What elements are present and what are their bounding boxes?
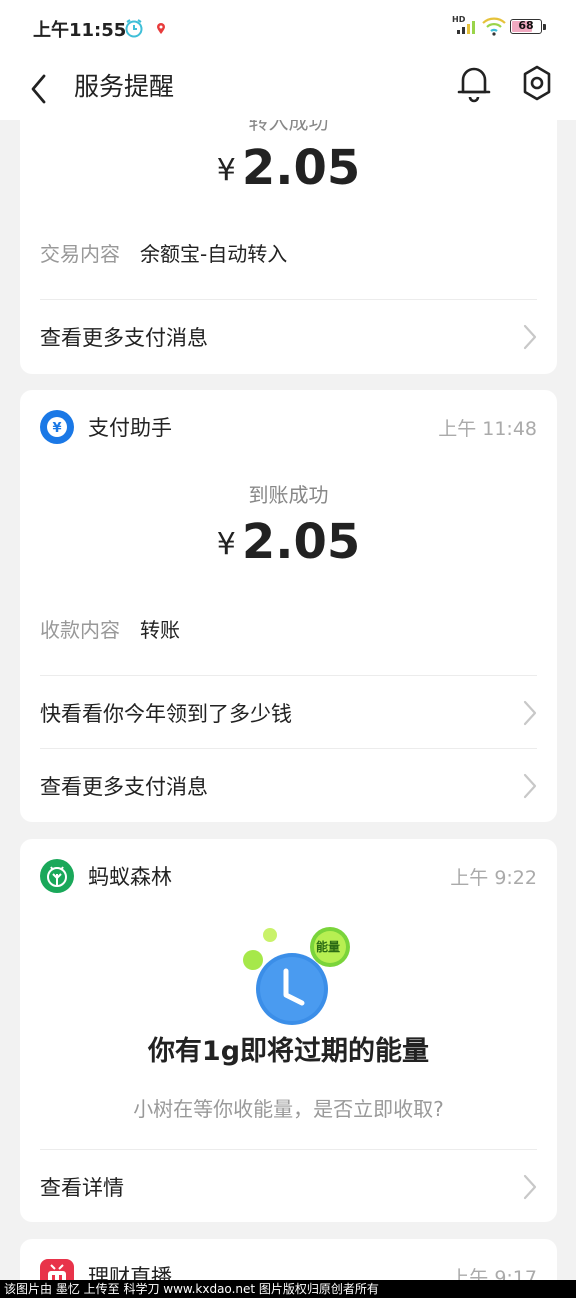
- more-payment-messages-link[interactable]: 查看更多支付消息: [40, 749, 537, 821]
- amount-display: ¥2.05: [20, 140, 557, 196]
- currency-symbol: ¥: [216, 153, 236, 188]
- app-name: 蚂蚁森林: [88, 865, 172, 889]
- battery-level: 68: [518, 19, 534, 32]
- card-header: 理财直播 上午 9:17: [40, 1259, 537, 1280]
- watermark-banner: 该图片由 墨忆 上传至 科学刀 www.kxdao.net 图片版权归原创者所有: [0, 1280, 576, 1298]
- message-time: 上午 9:17: [450, 1267, 537, 1280]
- message-list[interactable]: 转入成功 ¥2.05 交易内容 余额宝-自动转入 查看更多支付消息 ¥ 支付助手 …: [0, 120, 576, 1280]
- back-button[interactable]: [22, 66, 62, 106]
- message-time: 上午 9:22: [450, 867, 537, 889]
- message-card-transfer-in: 转入成功 ¥2.05 交易内容 余额宝-自动转入 查看更多支付消息: [20, 120, 557, 374]
- payment-assistant-icon: ¥: [40, 410, 74, 444]
- energy-badge: 能量: [316, 940, 341, 954]
- svg-text:¥: ¥: [52, 421, 61, 436]
- card-status-title: 到账成功: [248, 483, 329, 507]
- chevron-right-icon: [523, 324, 537, 354]
- gear-icon: [523, 65, 551, 101]
- bell-icon: [457, 67, 491, 103]
- wealth-live-icon: [40, 1259, 74, 1280]
- message-card-payment-assistant: ¥ 支付助手 上午 11:48 到账成功 ¥2.05 收款内容 转账 快看看你今年…: [20, 390, 557, 822]
- battery-indicator: 68: [510, 19, 542, 34]
- back-arrow-icon: [31, 74, 46, 104]
- link-label: 查看更多支付消息: [40, 326, 208, 350]
- receipt-detail: 收款内容 转账: [40, 614, 180, 643]
- view-details-link[interactable]: 查看详情: [40, 1150, 537, 1222]
- transaction-detail: 交易内容 余额宝-自动转入: [40, 238, 287, 267]
- detail-value: 转账: [140, 618, 180, 642]
- chevron-right-icon: [523, 700, 537, 730]
- energy-clock-icon: 能量: [240, 923, 360, 1035]
- alarm-icon: [124, 18, 144, 42]
- chevron-right-icon: [523, 1174, 537, 1204]
- card-header: 蚂蚁森林 上午 9:22: [40, 859, 537, 895]
- card-header: ¥ 支付助手 上午 11:48: [40, 410, 537, 446]
- link-label: 查看详情: [40, 1176, 124, 1200]
- ant-forest-icon: [40, 859, 74, 893]
- link-label: 快看看你今年领到了多少钱: [40, 702, 292, 726]
- signal-icon: [455, 19, 475, 39]
- status-time: 上午11:55: [33, 20, 127, 41]
- detail-label: 收款内容: [40, 618, 120, 642]
- location-icon: [156, 20, 166, 39]
- app-name: 支付助手: [88, 416, 172, 440]
- amount-display: ¥2.05: [20, 514, 557, 570]
- currency-symbol: ¥: [216, 527, 236, 562]
- card-status-title: 转入成功: [248, 120, 329, 134]
- energy-expiry-title: 你有1g即将过期的能量: [147, 1036, 430, 1067]
- notification-button[interactable]: [454, 63, 494, 103]
- top-nav-bar: 服务提醒: [0, 56, 576, 120]
- amount-value: 2.05: [241, 514, 361, 570]
- energy-expiry-subtitle: 小树在等你收能量，是否立即收取?: [133, 1097, 444, 1121]
- detail-value: 余额宝-自动转入: [140, 242, 288, 266]
- message-card-wealth-live: 理财直播 上午 9:17: [20, 1239, 557, 1280]
- detail-label: 交易内容: [40, 242, 120, 266]
- status-bar: 上午11:55 HD 68: [0, 0, 576, 56]
- chevron-right-icon: [523, 773, 537, 803]
- amount-value: 2.05: [241, 140, 361, 196]
- message-card-ant-forest: 蚂蚁森林 上午 9:22 能量 你有1g即将过期的能量 小树在等你收能量，是否立…: [20, 839, 557, 1222]
- message-time: 上午 11:48: [438, 418, 537, 440]
- wifi-icon: [481, 16, 507, 40]
- annual-earnings-link[interactable]: 快看看你今年领到了多少钱: [40, 676, 537, 748]
- page-title: 服务提醒: [74, 72, 175, 101]
- app-name: 理财直播: [88, 1265, 172, 1280]
- settings-button[interactable]: [517, 63, 557, 103]
- more-payment-messages-link[interactable]: 查看更多支付消息: [40, 300, 537, 372]
- link-label: 查看更多支付消息: [40, 775, 208, 799]
